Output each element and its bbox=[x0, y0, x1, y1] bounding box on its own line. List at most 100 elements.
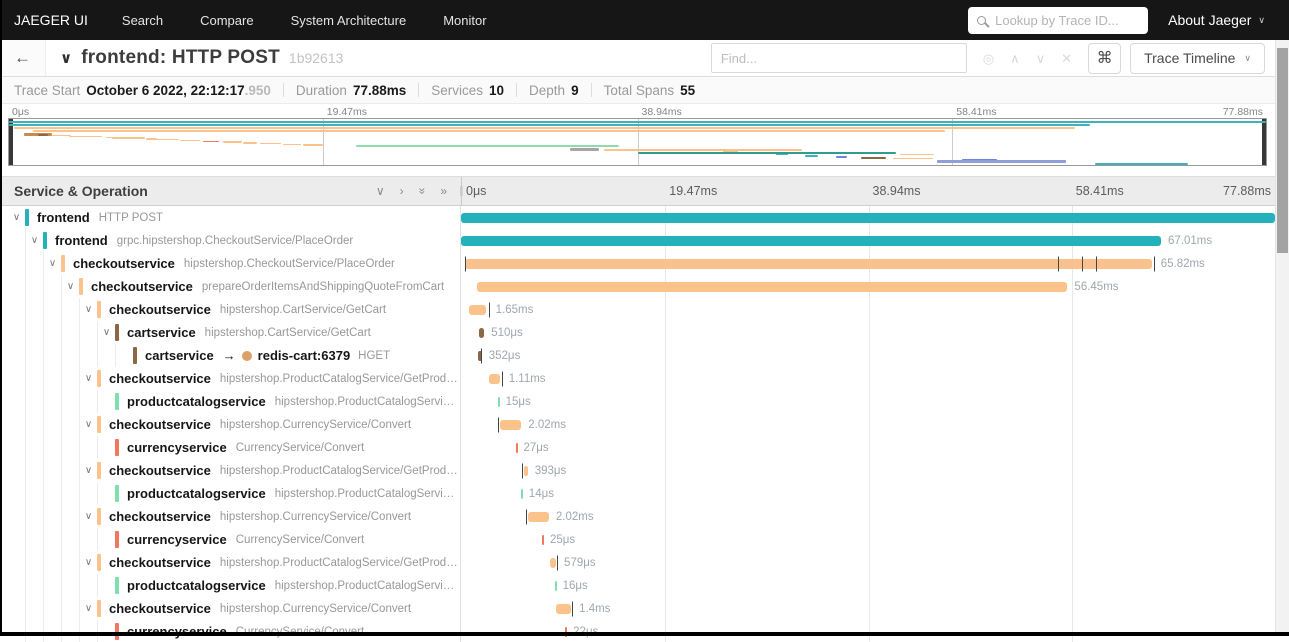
find-prev-icon[interactable]: ∧ bbox=[1010, 52, 1020, 65]
minimap-span bbox=[9, 121, 1266, 123]
span-row-timeline: 510μs bbox=[461, 321, 1275, 344]
minimap-span bbox=[9, 124, 1091, 126]
find-input[interactable] bbox=[710, 43, 967, 73]
nav-item-compare[interactable]: Compare bbox=[200, 13, 253, 28]
minimap-span bbox=[69, 135, 102, 137]
service-name: checkoutservice bbox=[109, 371, 211, 386]
nav-item-monitor[interactable]: Monitor bbox=[443, 13, 486, 28]
chevron-down-icon[interactable]: ∨ bbox=[80, 465, 97, 476]
span-tree-node[interactable]: ∨ checkoutservice hipstershop.CurrencyServ… bbox=[0, 505, 461, 528]
span-duration-label: 2.02ms bbox=[555, 510, 594, 523]
minimap-scrubber-right[interactable] bbox=[1262, 119, 1266, 165]
collapse-all-icon[interactable]: » bbox=[415, 188, 429, 195]
span-tree-node[interactable]: ∨ checkoutservice hipstershop.CurrencyServ… bbox=[0, 413, 461, 436]
collapse-trace-chevron-icon[interactable]: ∨ bbox=[60, 49, 72, 67]
span-bar[interactable] bbox=[527, 511, 549, 522]
indent-guide bbox=[26, 528, 44, 551]
span-tree-node[interactable]: ∨ frontend HTTP POST bbox=[0, 206, 461, 229]
find-clear-icon[interactable]: ✕ bbox=[1061, 52, 1072, 65]
chevron-down-icon[interactable]: ∨ bbox=[80, 419, 97, 430]
span-bar[interactable] bbox=[477, 281, 1068, 292]
chevron-down-icon[interactable]: ∨ bbox=[62, 281, 79, 292]
indent-guide bbox=[26, 620, 44, 642]
focus-target-icon[interactable]: ◎ bbox=[983, 52, 994, 65]
span-bar[interactable] bbox=[515, 442, 518, 453]
trace-row: currencyservice CurrencyService/Convert 25… bbox=[0, 528, 1289, 551]
span-bar[interactable] bbox=[549, 557, 556, 568]
span-tree-node[interactable]: ∨ checkoutservice hipstershop.CurrencyServ… bbox=[0, 597, 461, 620]
span-tree-node[interactable]: currencyserviceCurrencyService/Convert bbox=[0, 620, 461, 642]
indent-guide bbox=[98, 344, 116, 367]
span-tree-node[interactable]: ∨ checkoutservice hipstershop.ProductCatal… bbox=[0, 551, 461, 574]
collapse-one-icon[interactable]: ∨ bbox=[376, 184, 385, 198]
time-tick-label: 19.47ms bbox=[669, 184, 718, 198]
nav-item-system-architecture[interactable]: System Architecture bbox=[291, 13, 407, 28]
span-log-tick bbox=[1058, 256, 1060, 271]
vertical-scrollbar[interactable] bbox=[1275, 40, 1289, 632]
peer-service-dot bbox=[241, 350, 252, 361]
span-bar[interactable] bbox=[497, 396, 500, 407]
indent-guide bbox=[62, 620, 80, 642]
summary-label: Depth bbox=[529, 82, 566, 98]
nav-item-search[interactable]: Search bbox=[122, 13, 163, 28]
span-tree-node[interactable]: ∨ cartservice hipstershop.CartService/GetC… bbox=[0, 321, 461, 344]
chevron-down-icon[interactable]: ∨ bbox=[80, 304, 97, 315]
span-tree-node[interactable]: productcatalogservice hipstershop.Product… bbox=[0, 574, 461, 597]
span-tree-node[interactable]: ∨ checkoutservice hipstershop.CartService/… bbox=[0, 298, 461, 321]
span-tree-node[interactable]: cartservice → redis-cart:6379 HGET bbox=[0, 344, 461, 367]
span-bar[interactable] bbox=[520, 488, 523, 499]
span-tree-node[interactable]: ∨ checkoutservice hipstershop.ProductCatal… bbox=[0, 459, 461, 482]
span-tree-node[interactable]: productcatalogservice hipstershop.Product… bbox=[0, 390, 461, 413]
timeline-header-left: Service & Operation ∨ › » » ∥ bbox=[0, 177, 464, 205]
span-log-tick bbox=[526, 509, 528, 524]
indent-guide bbox=[62, 298, 80, 321]
span-bar[interactable] bbox=[500, 419, 522, 430]
span-bar[interactable] bbox=[488, 373, 501, 384]
operation-name: hipstershop.CurrencyService/Convert bbox=[219, 602, 412, 615]
chevron-down-icon[interactable]: ∨ bbox=[80, 557, 97, 568]
service-name: checkoutservice bbox=[109, 601, 211, 616]
span-bar[interactable] bbox=[541, 534, 544, 545]
indent-guide bbox=[44, 321, 62, 344]
trace-lookup-input[interactable] bbox=[993, 11, 1140, 29]
trace-row: productcatalogservice hipstershop.Product… bbox=[0, 390, 1289, 413]
span-bar[interactable] bbox=[554, 580, 557, 591]
span-bar[interactable] bbox=[461, 235, 1162, 246]
span-tree-node[interactable]: ∨ checkoutservice prepareOrderItemsAndShip… bbox=[0, 275, 461, 298]
service-color-bar bbox=[79, 278, 83, 295]
span-tree-node[interactable]: currencyserviceCurrencyService/Convert bbox=[0, 436, 461, 459]
trace-view-selector[interactable]: Trace Timeline ∨ bbox=[1130, 42, 1265, 74]
span-bar[interactable] bbox=[556, 603, 571, 614]
trace-lookup-box[interactable] bbox=[968, 6, 1149, 34]
expand-all-icon[interactable]: » bbox=[440, 184, 447, 198]
expand-one-icon[interactable]: › bbox=[400, 184, 404, 198]
chevron-down-icon[interactable]: ∨ bbox=[80, 603, 97, 614]
chevron-down-icon[interactable]: ∨ bbox=[98, 327, 115, 338]
span-tree-node[interactable]: productcatalogservice hipstershop.Product… bbox=[0, 482, 461, 505]
minimap-canvas[interactable] bbox=[8, 118, 1267, 166]
chevron-down-icon[interactable]: ∨ bbox=[80, 373, 97, 384]
span-duration-label: 1.4ms bbox=[579, 602, 611, 615]
span-bar[interactable] bbox=[469, 304, 487, 315]
span-tree-node[interactable]: currencyserviceCurrencyService/Convert bbox=[0, 528, 461, 551]
span-tree-node[interactable]: ∨ checkoutservice hipstershop.ProductCatal… bbox=[0, 367, 461, 390]
chevron-down-icon[interactable]: ∨ bbox=[44, 258, 61, 269]
chevron-down-icon[interactable]: ∨ bbox=[26, 235, 43, 246]
back-button[interactable]: ← bbox=[0, 40, 46, 76]
span-bar[interactable] bbox=[461, 212, 1275, 223]
app-brand[interactable]: JAEGER UI bbox=[14, 12, 88, 28]
span-tree-node[interactable]: ∨ frontend grpc.hipstershop.CheckoutServic… bbox=[0, 229, 461, 252]
indent-guide bbox=[8, 413, 26, 436]
about-jaeger-menu[interactable]: About Jaeger ∨ bbox=[1168, 12, 1265, 28]
scrollbar-thumb[interactable] bbox=[1277, 48, 1288, 253]
chevron-down-icon[interactable]: ∨ bbox=[8, 212, 25, 223]
summary-value-suffix: .950 bbox=[244, 82, 271, 98]
span-tree-node[interactable]: ∨ checkoutservice hipstershop.CheckoutServ… bbox=[0, 252, 461, 275]
span-duration-label: 510μs bbox=[491, 326, 523, 339]
span-bar[interactable] bbox=[465, 258, 1153, 269]
find-next-icon[interactable]: ∨ bbox=[1036, 52, 1046, 65]
keyboard-shortcuts-button[interactable]: ⌘ bbox=[1088, 42, 1122, 74]
span-bar[interactable] bbox=[523, 465, 528, 476]
span-bar[interactable] bbox=[478, 327, 485, 338]
chevron-down-icon[interactable]: ∨ bbox=[80, 511, 97, 522]
